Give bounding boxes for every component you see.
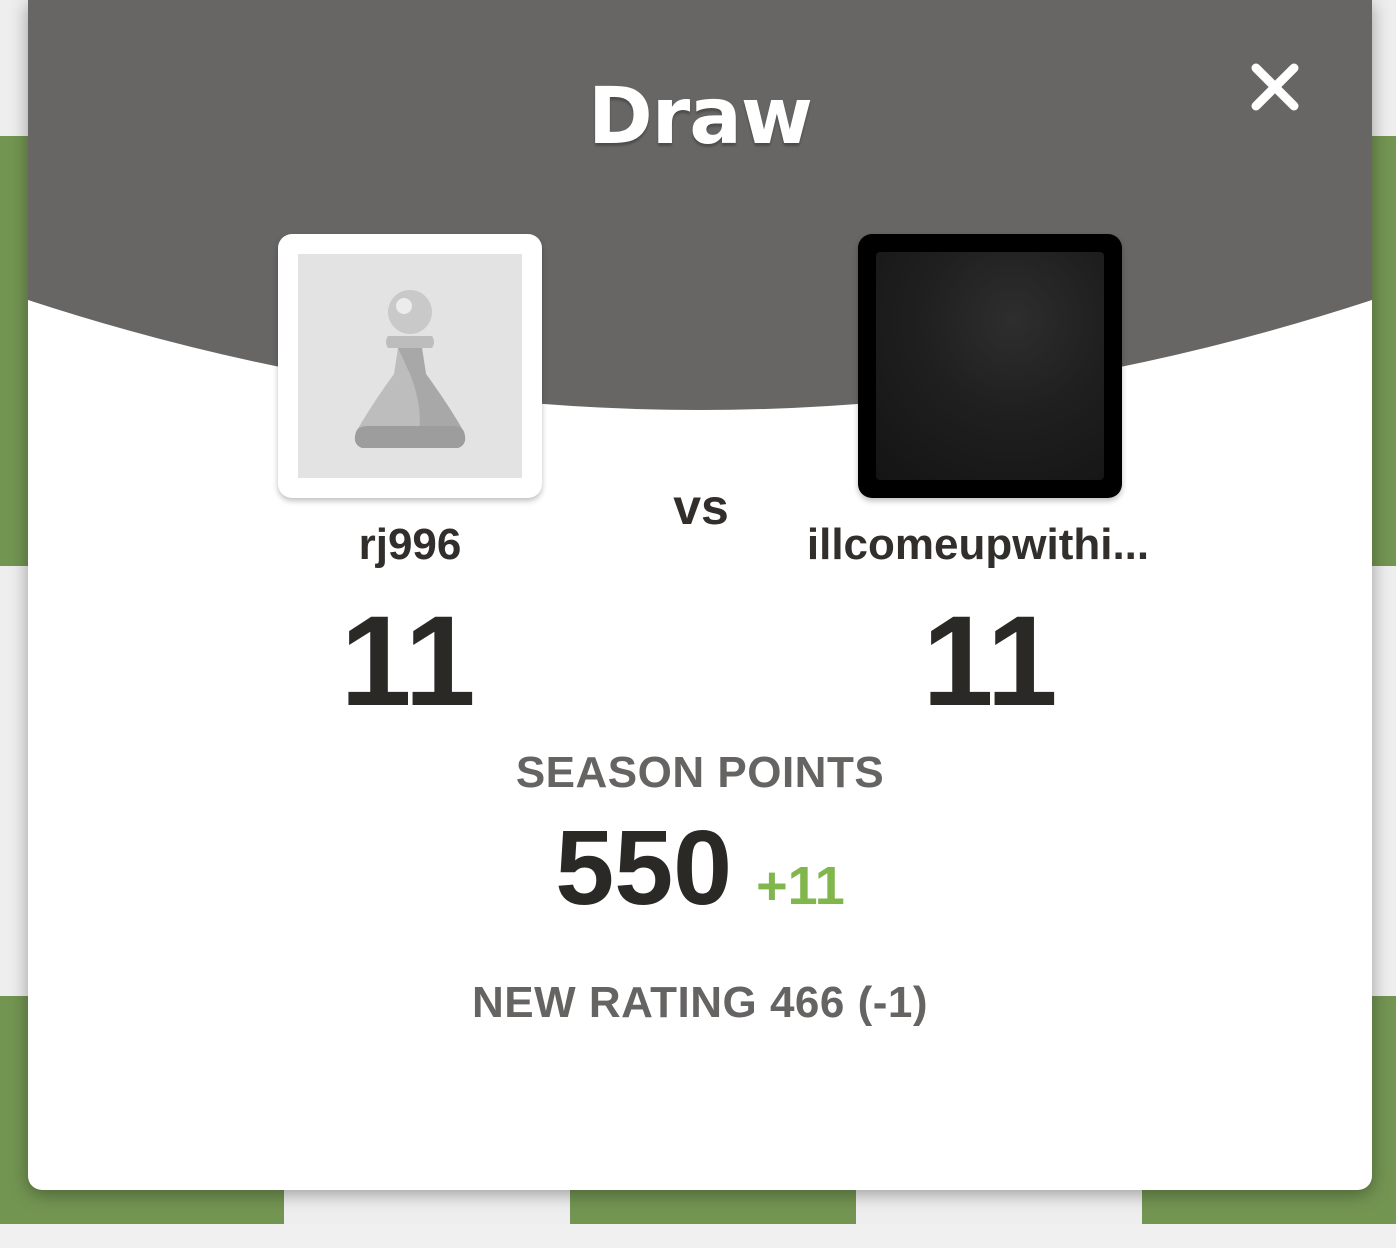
vs-label: vs (673, 479, 729, 535)
player-score-right: 11 (922, 590, 1058, 733)
season-points-row: 550 +11 (28, 808, 1372, 929)
player-username-left[interactable]: rj996 (210, 520, 610, 570)
player-avatar-right[interactable] (858, 234, 1122, 498)
season-points-label: SEASON POINTS (515, 748, 885, 797)
avatar-placeholder (298, 254, 522, 478)
season-points-delta: +11 (756, 856, 845, 916)
player-avatar-left[interactable] (278, 234, 542, 498)
close-button[interactable] (1246, 58, 1304, 116)
modal-title: Draw (588, 72, 813, 162)
modal-header-background (28, 0, 1372, 410)
close-icon (1251, 63, 1299, 111)
pawn-icon (354, 290, 466, 448)
avatar-image (876, 252, 1104, 480)
new-rating-text: NEW RATING 466 (-1) (471, 978, 929, 1027)
player-score-left: 11 (340, 590, 476, 733)
season-points-value: 550 (555, 809, 733, 927)
game-over-modal: Draw vs rj996 illcomeupwithi... 11 11 SE… (28, 0, 1372, 1190)
player-username-right[interactable]: illcomeupwithi... (768, 520, 1188, 570)
